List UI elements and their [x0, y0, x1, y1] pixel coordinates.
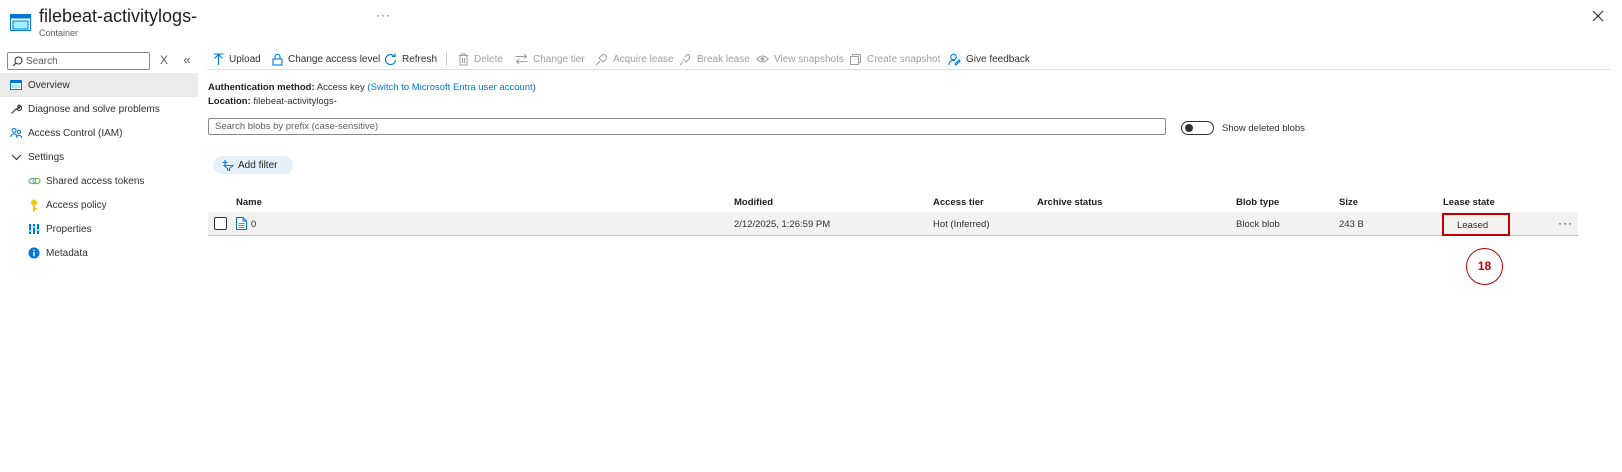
- sidebar-item-label: Settings: [28, 151, 65, 163]
- sidebar-search-input[interactable]: [26, 54, 146, 68]
- show-deleted-label: Show deleted blobs: [1222, 123, 1305, 134]
- annotation-marker: 18: [1466, 248, 1503, 285]
- switch-auth-link[interactable]: (Switch to Microsoft Entra user account): [367, 82, 535, 93]
- wrench-icon: [9, 102, 23, 116]
- location-value: filebeat-activitylogs-: [253, 96, 337, 107]
- close-icon[interactable]: [1590, 8, 1606, 24]
- column-header-size[interactable]: Size: [1339, 197, 1358, 208]
- sidebar-nav: Overview Diagnose and solve problems Acc…: [0, 73, 198, 265]
- toolbar-divider: [446, 52, 447, 66]
- break-lease-button[interactable]: Break lease: [679, 51, 750, 67]
- blob-name-link[interactable]: 0: [251, 219, 256, 230]
- sidebar-item-overview[interactable]: Overview: [0, 73, 198, 97]
- add-filter-button[interactable]: Add filter: [213, 156, 293, 174]
- table-header: Name Modified Access tier Archive status…: [208, 192, 1578, 212]
- row-checkbox[interactable]: [214, 217, 227, 230]
- lock-icon: [272, 53, 283, 66]
- info-icon: [27, 246, 41, 260]
- cell-blob-type: Block blob: [1236, 219, 1280, 230]
- lease-state-highlight: Leased: [1442, 213, 1510, 236]
- acquire-lease-icon: [595, 53, 608, 65]
- link-icon: [27, 174, 41, 188]
- auth-value: Access key: [316, 82, 365, 93]
- delete-button[interactable]: Delete: [458, 51, 503, 67]
- sidebar-item-iam[interactable]: Access Control (IAM): [0, 121, 198, 145]
- snapshot-icon: [850, 54, 861, 65]
- toggle-knob: [1185, 124, 1193, 132]
- sidebar-item-label: Overview: [28, 79, 70, 91]
- command-bar: Upload Change access level Refresh Delet…: [207, 48, 1610, 70]
- page-title: filebeat-activitylogs-: [39, 6, 198, 26]
- more-actions-button[interactable]: ···: [376, 8, 391, 22]
- eye-icon: [756, 55, 769, 63]
- give-feedback-button[interactable]: Give feedback: [948, 51, 1030, 67]
- blob-search-input[interactable]: [209, 119, 1165, 134]
- show-deleted-toggle[interactable]: [1181, 121, 1214, 135]
- trash-icon: [458, 53, 469, 65]
- search-icon: [12, 56, 23, 67]
- file-icon: [236, 217, 247, 230]
- change-access-level-button[interactable]: Change access level: [272, 51, 380, 67]
- container-icon: [9, 78, 23, 92]
- clear-search-button[interactable]: X: [157, 53, 171, 67]
- refresh-button[interactable]: Refresh: [384, 51, 437, 67]
- column-header-archive-status[interactable]: Archive status: [1037, 197, 1102, 208]
- sidebar-item-access-policy[interactable]: Access policy: [0, 193, 198, 217]
- swap-icon: [515, 53, 528, 65]
- column-header-modified[interactable]: Modified: [734, 197, 773, 208]
- sidebar-item-label: Properties: [46, 223, 92, 235]
- collapse-sidebar-button[interactable]: «: [180, 52, 194, 68]
- people-icon: [9, 126, 23, 140]
- sidebar-search-row: X «: [7, 52, 195, 70]
- refresh-icon: [384, 53, 397, 65]
- sidebar-item-properties[interactable]: Properties: [0, 217, 198, 241]
- chevron-down-icon: [9, 150, 23, 164]
- row-more-button[interactable]: ···: [1558, 216, 1573, 230]
- upload-button[interactable]: Upload: [213, 51, 261, 67]
- add-filter-icon: [222, 160, 234, 171]
- sidebar-search-box[interactable]: [7, 52, 150, 70]
- feedback-icon: [948, 53, 961, 66]
- sidebar-item-shared-access-tokens[interactable]: Shared access tokens: [0, 169, 198, 193]
- key-icon: [27, 198, 41, 212]
- column-header-name[interactable]: Name: [236, 197, 262, 208]
- authentication-method: Authentication method: Access key (Switc…: [208, 82, 536, 93]
- sidebar-item-label: Diagnose and solve problems: [28, 103, 160, 115]
- sidebar-item-label: Metadata: [46, 247, 88, 259]
- cell-lease-state: Leased: [1457, 220, 1489, 231]
- break-lease-icon: [679, 53, 691, 65]
- create-snapshot-button[interactable]: Create snapshot: [850, 51, 940, 67]
- blob-search-box[interactable]: [208, 118, 1166, 135]
- cell-modified: 2/12/2025, 1:26:59 PM: [734, 219, 831, 230]
- column-header-access-tier[interactable]: Access tier: [933, 197, 984, 208]
- container-icon: [10, 14, 31, 31]
- page-subtitle: Container: [39, 28, 79, 38]
- cell-size: 243 B: [1339, 219, 1364, 230]
- blade-header: filebeat-activitylogs- Container ···: [10, 6, 1612, 40]
- properties-icon: [27, 222, 41, 236]
- sidebar-item-settings[interactable]: Settings: [0, 145, 198, 169]
- view-snapshots-button[interactable]: View snapshots: [756, 51, 844, 67]
- table-row[interactable]: 0 2/12/2025, 1:26:59 PM Hot (Inferred) B…: [208, 212, 1578, 236]
- acquire-lease-button[interactable]: Acquire lease: [595, 51, 674, 67]
- upload-icon: [213, 52, 224, 65]
- location-line: Location: filebeat-activitylogs-: [208, 96, 337, 107]
- sidebar-item-label: Access policy: [46, 199, 107, 211]
- blob-table: Name Modified Access tier Archive status…: [208, 192, 1578, 236]
- cell-access-tier: Hot (Inferred): [933, 219, 990, 230]
- sidebar-item-metadata[interactable]: Metadata: [0, 241, 198, 265]
- sidebar-item-label: Access Control (IAM): [28, 127, 123, 139]
- column-header-blob-type[interactable]: Blob type: [1236, 197, 1279, 208]
- column-header-lease-state[interactable]: Lease state: [1443, 197, 1495, 208]
- sidebar: X « Overview Diagnose and solve problems…: [0, 48, 198, 472]
- sidebar-item-label: Shared access tokens: [46, 175, 145, 187]
- sidebar-item-diagnose[interactable]: Diagnose and solve problems: [0, 97, 198, 121]
- change-tier-button[interactable]: Change tier: [515, 51, 585, 67]
